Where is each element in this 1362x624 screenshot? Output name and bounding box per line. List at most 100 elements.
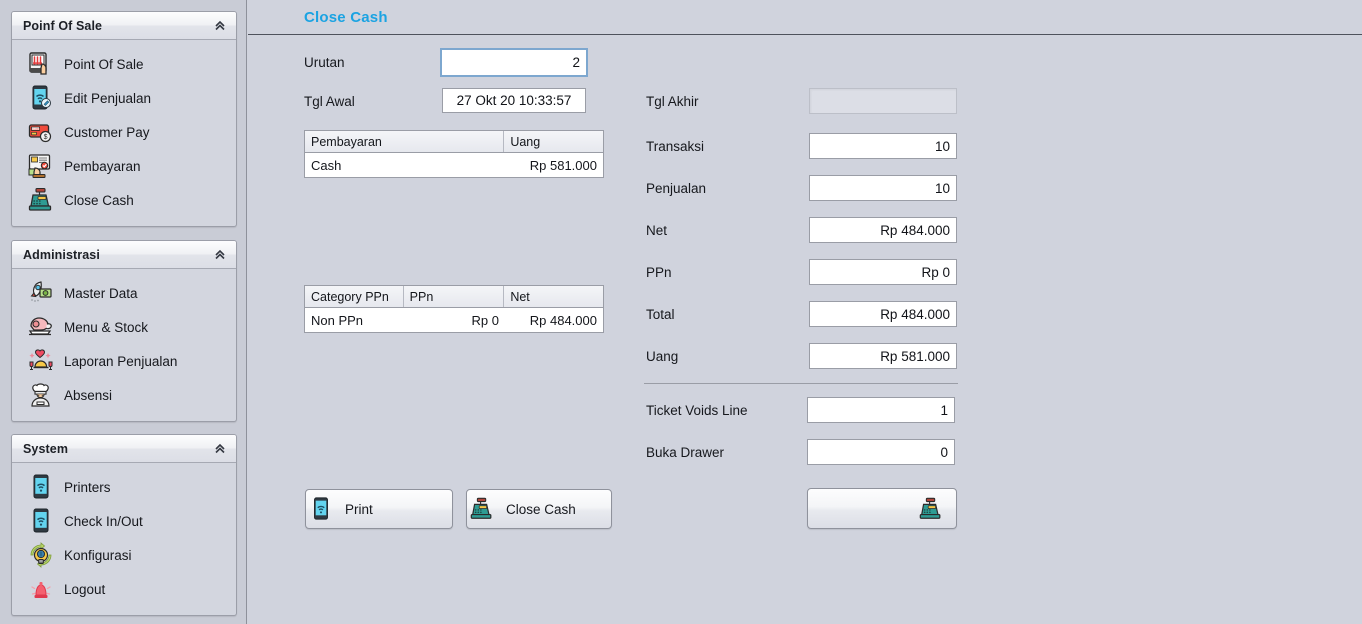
sidebar-item-laporan-penjualan[interactable]: Laporan Penjualan [12, 344, 236, 378]
urutan-input[interactable]: 2 [440, 48, 588, 77]
payment-terminal-icon [26, 151, 56, 181]
chef-icon [26, 380, 56, 410]
ppn-table[interactable]: Category PPn PPn Net Non PPn Rp 0 Rp 484… [304, 285, 604, 333]
print-button-label: Print [345, 501, 373, 517]
cell-net: Rp 484.000 [529, 312, 597, 328]
sidebar-item-label: Master Data [64, 285, 138, 301]
panel-header-administrasi[interactable]: Administrasi [12, 241, 236, 269]
sidebar-item-label: Point Of Sale [64, 56, 144, 72]
label-transaksi: Transaksi [646, 139, 705, 154]
table-header-row: Pembayaran Uang [305, 131, 603, 153]
label-buka-drawer: Buka Drawer [646, 445, 725, 460]
mobile-wifi-edit-icon [26, 83, 56, 113]
rocket-data-icon [26, 278, 56, 308]
column-header-ppn: PPn [404, 286, 505, 307]
sidebar-panel-point-of-sale: Poinf Of Sale Point Of Sale Edit Penjual… [11, 11, 237, 227]
sidebar-item-label: Edit Penjualan [64, 90, 152, 106]
alarm-siren-icon [26, 574, 56, 604]
cash-register-icon [916, 494, 946, 524]
transaksi-field[interactable]: 10 [809, 133, 957, 159]
section-divider [644, 383, 958, 384]
penjualan-field[interactable]: 10 [809, 175, 957, 201]
cash-register-icon [467, 494, 497, 524]
buka-drawer-field[interactable]: 0 [807, 439, 955, 465]
label-total: Total [646, 307, 675, 322]
panel-body-system: Printers Check In/Out Konfigurasi Logout [12, 463, 236, 615]
open-drawer-button[interactable] [807, 488, 957, 529]
svg-text:$: $ [44, 134, 48, 141]
net-field[interactable]: Rp 484.000 [809, 217, 957, 243]
cell-category-ppn: Non PPn [311, 312, 364, 328]
dinner-report-icon [26, 346, 56, 376]
sidebar-item-label: Close Cash [64, 192, 134, 208]
sidebar-item-check-in-out[interactable]: Check In/Out [12, 504, 236, 538]
pos-terminal-icon [26, 49, 56, 79]
label-urutan: Urutan [304, 55, 345, 70]
payment-table[interactable]: Pembayaran Uang Cash Rp 581.000 [304, 130, 604, 178]
sidebar-item-label: Logout [64, 581, 106, 597]
sidebar-item-label: Printers [64, 479, 111, 495]
sidebar-item-label: Laporan Penjualan [64, 353, 178, 369]
sidebar-item-close-cash[interactable]: Close Cash [12, 183, 236, 217]
total-field[interactable]: Rp 484.000 [809, 301, 957, 327]
table-row[interactable]: Cash Rp 581.000 [305, 153, 603, 177]
panel-body-administrasi: Master Data Menu & Stock Laporan Penjual… [12, 269, 236, 421]
application-window: Poinf Of Sale Point Of Sale Edit Penjual… [0, 0, 1362, 624]
label-ticket-voids-line: Ticket Voids Line [646, 403, 748, 418]
panel-header-point-of-sale[interactable]: Poinf Of Sale [12, 12, 236, 40]
label-penjualan: Penjualan [646, 181, 707, 196]
ham-meat-icon [26, 312, 56, 342]
sidebar-item-customer-pay[interactable]: CARD $ Customer Pay [12, 115, 236, 149]
sidebar-item-edit-penjualan[interactable]: Edit Penjualan [12, 81, 236, 115]
panel-title: System [23, 441, 69, 456]
ticket-voids-line-field[interactable]: 1 [807, 397, 955, 423]
tgl-akhir-field[interactable] [809, 88, 957, 114]
sidebar-item-printers[interactable]: Printers [12, 470, 236, 504]
label-tgl-awal: Tgl Awal [304, 94, 355, 109]
label-net: Net [646, 223, 668, 238]
mobile-wifi-icon [26, 472, 56, 502]
label-tgl-akhir: Tgl Akhir [646, 94, 699, 109]
chevron-double-up-icon[interactable] [212, 18, 228, 34]
table-row[interactable]: Non PPn Rp 0 Rp 484.000 [305, 308, 603, 332]
sidebar-item-menu-stock[interactable]: Menu & Stock [12, 310, 236, 344]
sidebar-item-label: Konfigurasi [64, 547, 132, 563]
page-title: Close Cash [304, 9, 388, 26]
sidebar-item-pembayaran[interactable]: Pembayaran [12, 149, 236, 183]
cell-uang: Rp 581.000 [529, 157, 597, 173]
sidebar-item-absensi[interactable]: Absensi [12, 378, 236, 412]
sidebar: Poinf Of Sale Point Of Sale Edit Penjual… [0, 0, 247, 624]
svg-text:CARD: CARD [32, 127, 41, 131]
sidebar-panel-administrasi: Administrasi Master Data Menu & Stock La… [11, 240, 237, 422]
tgl-awal-field[interactable]: 27 Okt 20 10:33:57 [442, 88, 586, 113]
close-cash-button-label: Close Cash [506, 501, 576, 517]
sidebar-item-point-of-sale[interactable]: Point Of Sale [12, 47, 236, 81]
column-header-pembayaran: Pembayaran [305, 131, 505, 152]
column-header-uang: Uang [510, 134, 541, 149]
ppn-field[interactable]: Rp 0 [809, 259, 957, 285]
chevron-double-up-icon[interactable] [212, 441, 228, 457]
panel-title: Poinf Of Sale [23, 18, 103, 33]
close-cash-button[interactable]: Close Cash [466, 489, 612, 529]
panel-body-point-of-sale: Point Of Sale Edit Penjualan CARD $ Cust… [12, 40, 236, 226]
column-header-category-ppn: Category PPn [305, 286, 404, 307]
table-header-row: Category PPn PPn Net [305, 286, 603, 308]
sidebar-item-master-data[interactable]: Master Data [12, 276, 236, 310]
cell-ppn: Rp 0 [471, 312, 499, 328]
label-uang: Uang [646, 349, 679, 364]
panel-header-system[interactable]: System [12, 435, 236, 463]
credit-card-icon: CARD $ [26, 117, 56, 147]
sidebar-panel-system: System Printers Check In/Out Konfigurasi… [11, 434, 237, 616]
cash-register-icon [26, 185, 56, 215]
sidebar-item-label: Menu & Stock [64, 319, 149, 335]
mobile-wifi-icon [26, 506, 56, 536]
gear-bulb-icon [26, 540, 56, 570]
sidebar-item-logout[interactable]: Logout [12, 572, 236, 606]
sidebar-item-konfigurasi[interactable]: Konfigurasi [12, 538, 236, 572]
chevron-double-up-icon[interactable] [212, 247, 228, 263]
panel-title: Administrasi [23, 247, 100, 262]
title-divider [248, 34, 1362, 35]
column-header-net: Net [510, 289, 530, 304]
print-button[interactable]: Print [305, 489, 453, 529]
uang-field[interactable]: Rp 581.000 [809, 343, 957, 369]
